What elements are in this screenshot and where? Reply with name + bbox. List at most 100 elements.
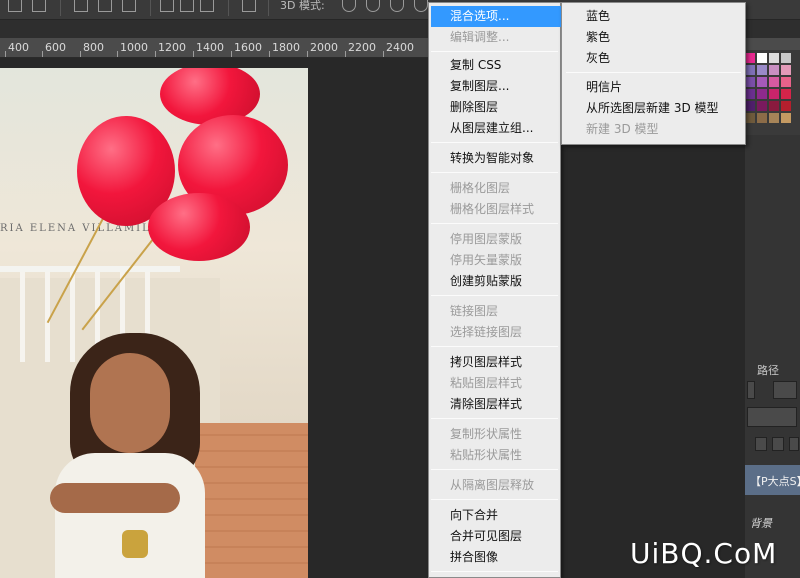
swatch[interactable] <box>757 53 767 63</box>
align-top-icon[interactable] <box>74 0 88 12</box>
photo-face <box>90 353 170 453</box>
menu-item-select-linked-layers[interactable]: 选择链接图层 <box>429 322 560 343</box>
tab-paths[interactable]: 路径 <box>757 362 779 378</box>
align-middle-icon[interactable] <box>98 0 112 12</box>
canvas-background <box>308 58 428 578</box>
align-bottom-icon[interactable] <box>122 0 136 12</box>
menu-item-convert-smart-object[interactable]: 转换为智能对象 <box>429 148 560 169</box>
3d-slide-icon[interactable] <box>414 0 428 12</box>
swatch[interactable] <box>745 101 755 111</box>
distribute-icon[interactable] <box>160 0 174 12</box>
swatch[interactable] <box>745 89 755 99</box>
swatch[interactable] <box>769 101 779 111</box>
swatch[interactable] <box>745 65 755 75</box>
swatch[interactable] <box>769 53 779 63</box>
toolbar-divider <box>60 0 61 16</box>
ruler-tick <box>117 51 118 57</box>
swatch[interactable] <box>769 77 779 87</box>
photo-arm <box>50 483 180 513</box>
distribute-icon[interactable] <box>180 0 194 12</box>
submenu-item-violet[interactable]: 紫色 <box>562 27 745 48</box>
auto-align-icon[interactable] <box>242 0 256 12</box>
swatch[interactable] <box>745 77 755 87</box>
ruler-tick <box>231 51 232 57</box>
ruler-tick <box>345 51 346 57</box>
swatch[interactable] <box>757 77 767 87</box>
swatch[interactable] <box>769 65 779 75</box>
menu-item-merge-visible[interactable]: 合并可见图层 <box>429 526 560 547</box>
color-label-submenu: 蓝色 紫色 灰色 明信片 从所选图层新建 3D 模型 新建 3D 模型 <box>561 2 746 145</box>
swatch[interactable] <box>781 89 791 99</box>
image-filter-icon[interactable] <box>773 381 797 399</box>
swatch[interactable] <box>757 89 767 99</box>
swatch[interactable] <box>781 101 791 111</box>
menu-separator <box>431 499 558 500</box>
swatch[interactable] <box>781 53 791 63</box>
swatch[interactable] <box>781 113 791 123</box>
swatch[interactable] <box>769 113 779 123</box>
ruler-label: 2200 <box>348 41 376 54</box>
submenu-item-new-3d-from-selected[interactable]: 从所选图层新建 3D 模型 <box>562 98 745 119</box>
menu-item-disable-layer-mask[interactable]: 停用图层蒙版 <box>429 229 560 250</box>
menu-item-flatten-image[interactable]: 拼合图像 <box>429 547 560 568</box>
swatch[interactable] <box>757 113 767 123</box>
swatch[interactable] <box>745 53 755 63</box>
ruler-tick <box>269 51 270 57</box>
move-lock-icon[interactable] <box>772 437 784 451</box>
menu-item-delete-layer[interactable]: 删除图层 <box>429 97 560 118</box>
3d-orbit-icon[interactable] <box>342 0 356 12</box>
menu-item-group-from-layers[interactable]: 从图层建立组... <box>429 118 560 139</box>
menu-item-release-from-isolation[interactable]: 从隔离图层释放 <box>429 475 560 496</box>
menu-separator <box>431 51 558 52</box>
swatch[interactable] <box>757 101 767 111</box>
menu-separator <box>431 571 558 572</box>
menu-item-duplicate-layer[interactable]: 复制图层... <box>429 76 560 97</box>
menu-item-merge-down[interactable]: 向下合并 <box>429 505 560 526</box>
menu-separator <box>431 418 558 419</box>
submenu-item-new-3d-model[interactable]: 新建 3D 模型 <box>562 119 745 140</box>
canvas-photo[interactable]: RIA ELENA VILLAMIL <box>0 68 308 578</box>
swatch[interactable] <box>781 65 791 75</box>
ruler-label: 400 <box>8 41 29 54</box>
distribute-icon[interactable] <box>200 0 214 12</box>
ruler-label: 1800 <box>272 41 300 54</box>
watermark: UiBQ.CoM <box>630 537 778 570</box>
swatch[interactable] <box>757 65 767 75</box>
ruler-tick <box>193 51 194 57</box>
menu-item-rasterize-layer-style[interactable]: 栅格化图层样式 <box>429 199 560 220</box>
photo-railing-bar <box>20 272 25 362</box>
menu-item-paste-shape-attributes[interactable]: 粘贴形状属性 <box>429 445 560 466</box>
menu-item-paste-layer-style[interactable]: 粘贴图层样式 <box>429 373 560 394</box>
selected-layer[interactable]: 【P大点S】 <box>745 465 800 495</box>
submenu-item-blue[interactable]: 蓝色 <box>562 6 745 27</box>
transform-icon[interactable] <box>8 0 22 12</box>
menu-item-link-layers[interactable]: 链接图层 <box>429 301 560 322</box>
submenu-item-gray[interactable]: 灰色 <box>562 48 745 69</box>
brush-lock-icon[interactable] <box>755 437 767 451</box>
blend-mode-select[interactable] <box>747 407 797 427</box>
menu-item-create-clipping-mask[interactable]: 创建剪贴蒙版 <box>429 271 560 292</box>
menu-item-copy-layer-style[interactable]: 拷贝图层样式 <box>429 352 560 373</box>
menu-item-copy-shape-attributes[interactable]: 复制形状属性 <box>429 424 560 445</box>
3d-roll-icon[interactable] <box>366 0 380 12</box>
ruler-label: 1200 <box>158 41 186 54</box>
submenu-item-postcard[interactable]: 明信片 <box>562 77 745 98</box>
layers-panel: 【P大点S】 路径 背景 <box>745 135 800 578</box>
menu-item-disable-vector-mask[interactable]: 停用矢量蒙版 <box>429 250 560 271</box>
swatch[interactable] <box>769 89 779 99</box>
menu-item-copy-css[interactable]: 复制 CSS <box>429 55 560 76</box>
swatch[interactable] <box>781 77 791 87</box>
menu-item-blending-options[interactable]: 混合选项... <box>431 6 561 27</box>
layer-filter-stepper[interactable] <box>747 381 755 399</box>
menu-item-clear-layer-style[interactable]: 清除图层样式 <box>429 394 560 415</box>
menu-item-edit-adjustment[interactable]: 编辑调整... <box>429 27 560 48</box>
transform-icon[interactable] <box>32 0 46 12</box>
menu-separator <box>431 172 558 173</box>
menu-item-rasterize-layer[interactable]: 栅格化图层 <box>429 178 560 199</box>
3d-pan-icon[interactable] <box>390 0 404 12</box>
lock-icon[interactable] <box>789 437 799 451</box>
photo-woman <box>50 333 210 578</box>
swatch[interactable] <box>745 113 755 123</box>
layer-name: 【P大点S】 <box>750 475 800 488</box>
background-layer-label[interactable]: 背景 <box>750 515 772 531</box>
